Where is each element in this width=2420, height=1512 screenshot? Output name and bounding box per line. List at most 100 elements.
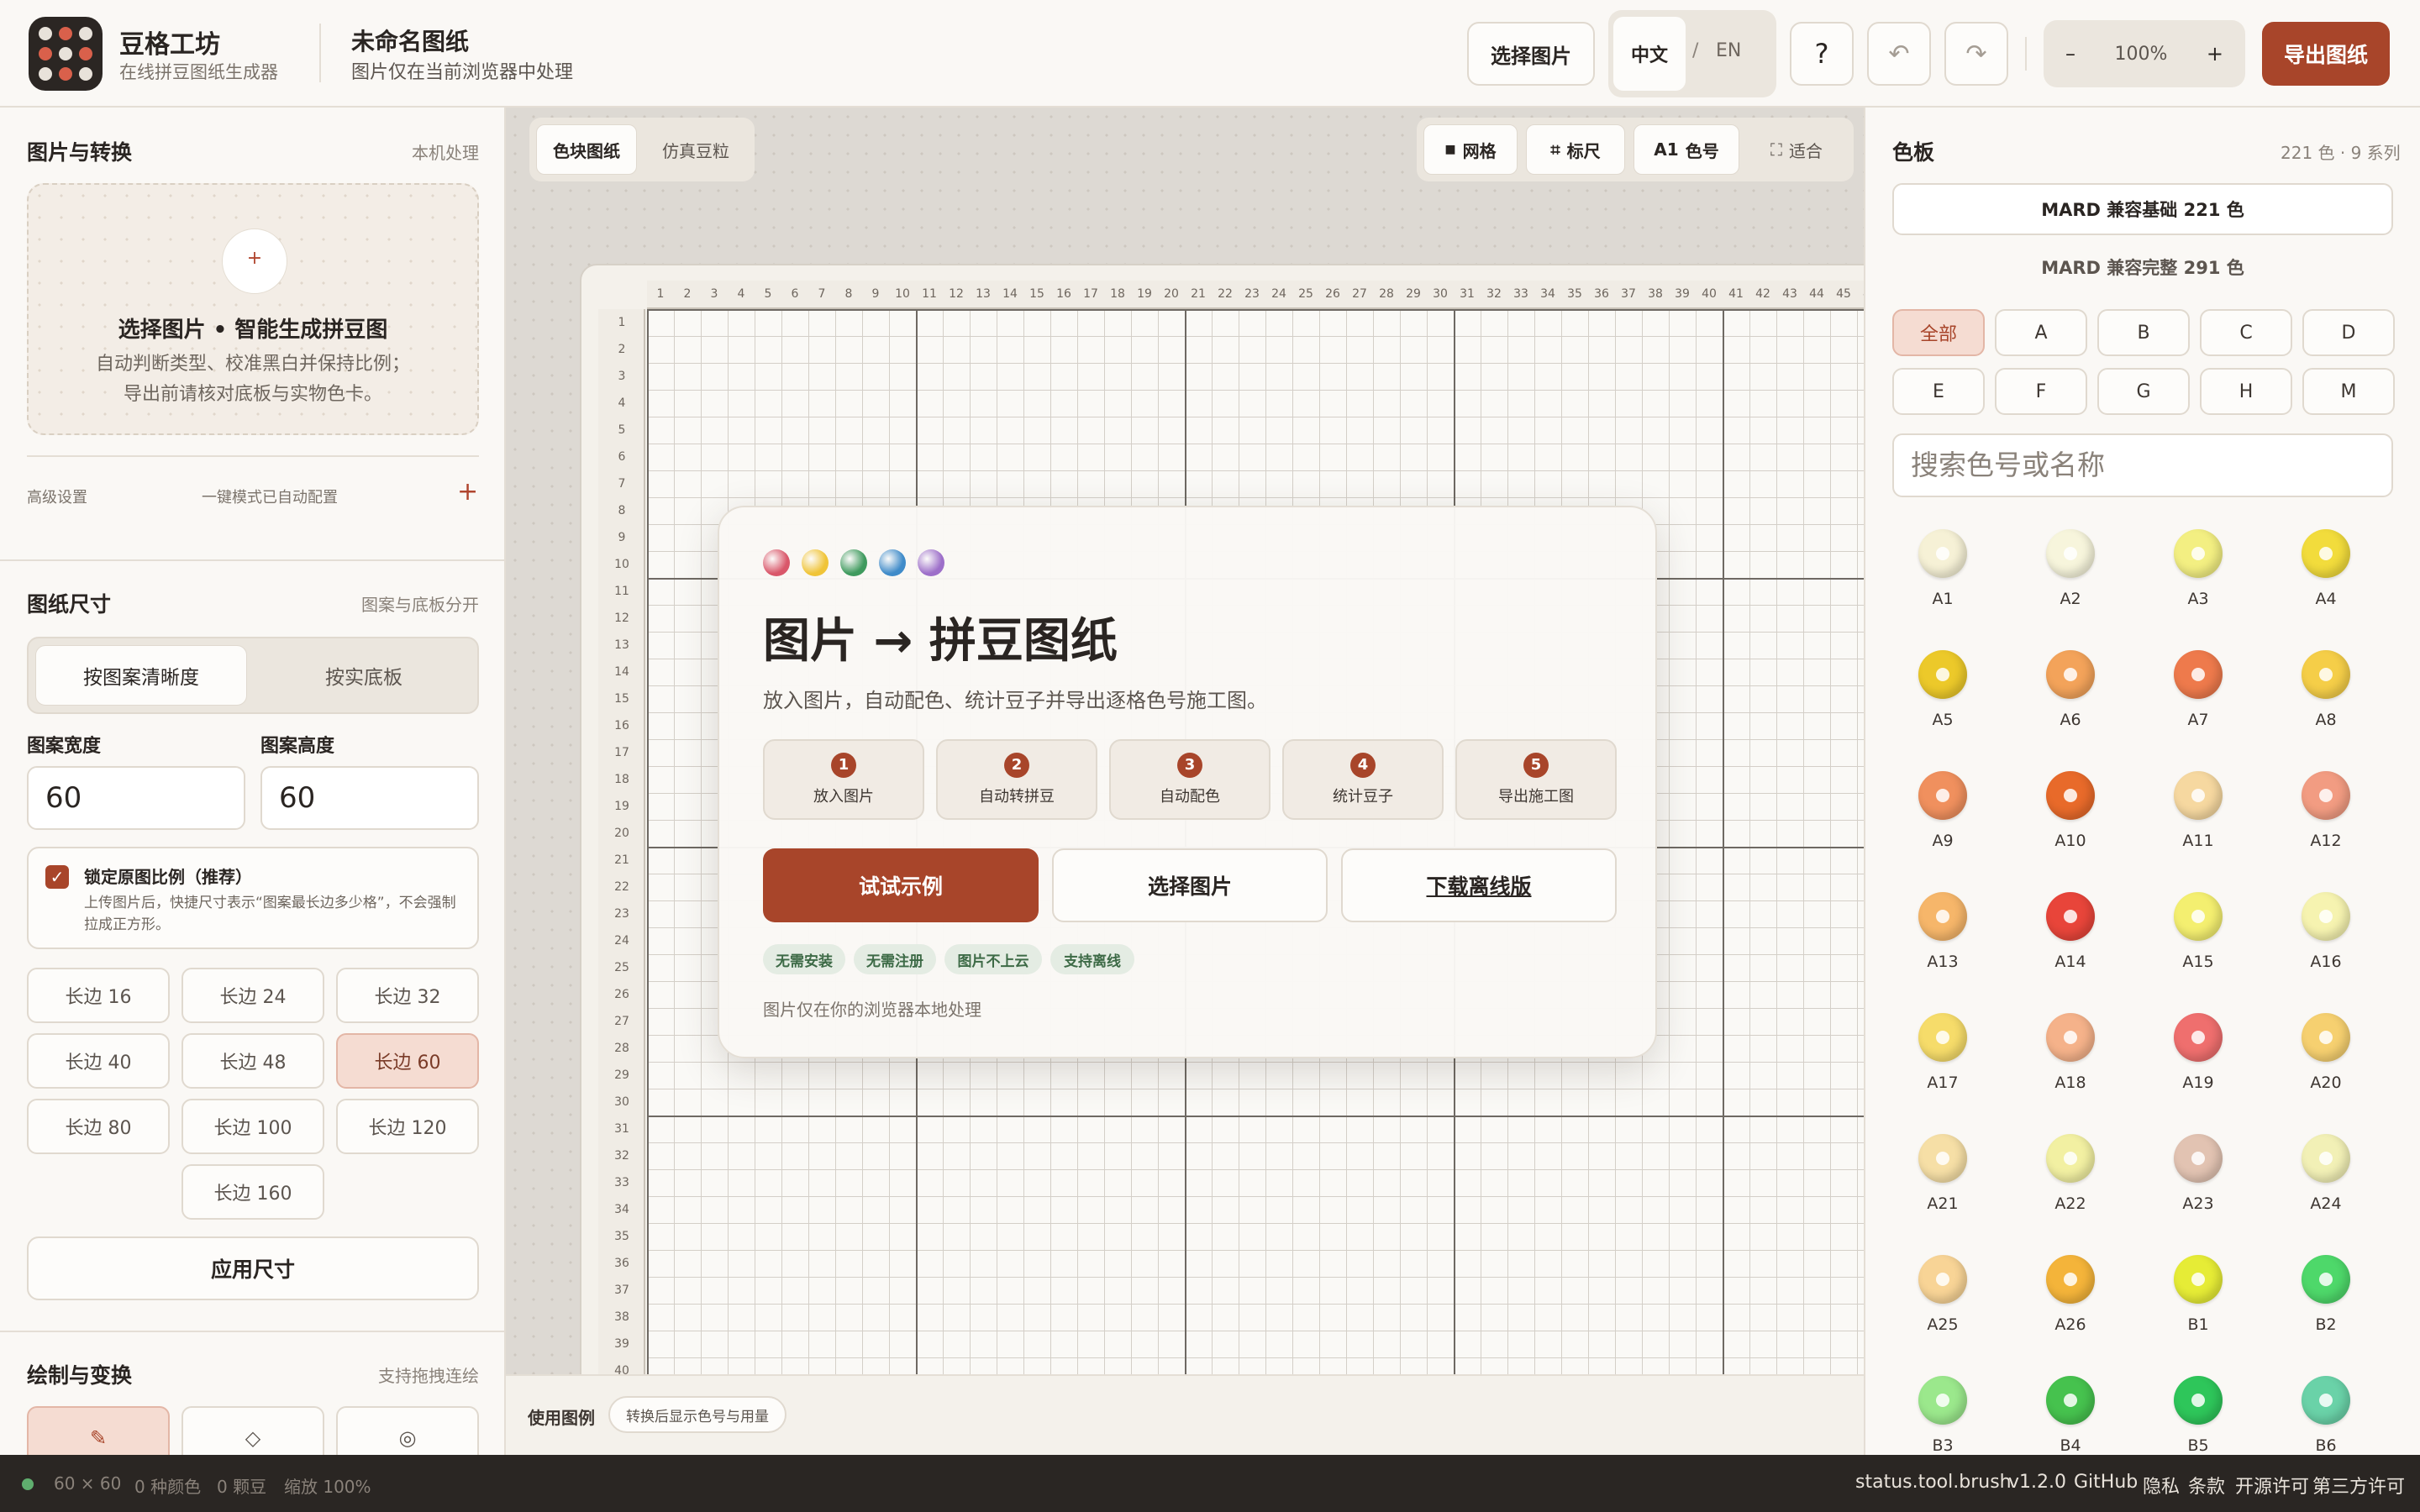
image-drop-zone[interactable]: + 选择图片 • 智能生成拼豆图 自动判断类型、校准黑白并保持比例； 导出前请核… xyxy=(27,183,479,435)
filter-e[interactable]: E xyxy=(1892,368,1985,415)
swatch-a22[interactable]: A22 xyxy=(2020,1134,2121,1235)
preset-80[interactable]: 长边 80 xyxy=(27,1099,170,1154)
swatch-a7[interactable]: A7 xyxy=(2148,650,2249,751)
height-input[interactable]: 60 xyxy=(260,766,479,830)
filter-b[interactable]: B xyxy=(2097,309,2190,356)
width-input[interactable]: 60 xyxy=(27,766,245,830)
ruler-tick: 36 xyxy=(614,1257,629,1270)
ruler-tick: 28 xyxy=(614,1042,629,1055)
swatch-a18[interactable]: A18 xyxy=(2020,1013,2121,1114)
tab-color-blocks[interactable]: 色块图纸 xyxy=(536,124,637,175)
image-section-note: 本机处理 xyxy=(412,143,479,163)
brush-tool-button[interactable]: ✎ xyxy=(27,1406,170,1455)
terms-link[interactable]: 条款 xyxy=(2188,1472,2225,1499)
lang-zh-button[interactable]: 中文 xyxy=(1613,17,1686,91)
size-mode-board[interactable]: 按实底板 xyxy=(255,645,472,706)
filter-d[interactable]: D xyxy=(2302,309,2395,356)
lock-ratio-option: ✓ 锁定原图比例（推荐） 上传图片后，快捷尺寸表示“图案最长边多少格”，不会强制… xyxy=(27,847,479,949)
zoom-out-button[interactable]: – xyxy=(2065,42,2075,66)
filter-f[interactable]: F xyxy=(1995,368,2087,415)
swatch-a23[interactable]: A23 xyxy=(2148,1134,2249,1235)
swatch-b5[interactable]: B5 xyxy=(2148,1376,2249,1455)
eraser-tool-button[interactable]: ◇ xyxy=(182,1406,324,1455)
swatch-a21[interactable]: A21 xyxy=(1892,1134,1993,1235)
swatch-a26[interactable]: A26 xyxy=(2020,1255,2121,1356)
swatch-b6[interactable]: B6 xyxy=(2275,1376,2376,1455)
swatch-a6[interactable]: A6 xyxy=(2020,650,2121,751)
try-example-button[interactable]: 试试示例 xyxy=(763,848,1039,922)
swatch-a14[interactable]: A14 xyxy=(2020,892,2121,993)
ruler-tick: 1 xyxy=(656,287,665,301)
swatch-a8[interactable]: A8 xyxy=(2275,650,2376,751)
toggle-color-code-button[interactable]: A1 色号 xyxy=(1634,124,1739,175)
preset-16[interactable]: 长边 16 xyxy=(27,968,170,1023)
swatch-b4[interactable]: B4 xyxy=(2020,1376,2121,1455)
preset-24[interactable]: 长边 24 xyxy=(182,968,324,1023)
redo-button[interactable]: ↷ xyxy=(1944,22,2008,86)
swatch-a3[interactable]: A3 xyxy=(2148,529,2249,630)
swatch-b3[interactable]: B3 xyxy=(1892,1376,1993,1455)
filter-all[interactable]: 全部 xyxy=(1892,309,1985,356)
canvas-area: 色块图纸 仿真豆粒 ■ 网格 ⌗ 标尺 A1 色号 ⛶ 适合 1 2 3 4 5 6 7 8 9 10 11… xyxy=(506,108,1864,1455)
swatch-b1[interactable]: B1 xyxy=(2148,1255,2249,1356)
apply-size-button[interactable]: 应用尺寸 xyxy=(27,1236,479,1300)
swatch-a2[interactable]: A2 xyxy=(2020,529,2121,630)
filter-h[interactable]: H xyxy=(2200,368,2292,415)
license-link[interactable]: 开源许可 xyxy=(2235,1472,2309,1499)
swatch-a12[interactable]: A12 xyxy=(2275,771,2376,872)
palette-full-option[interactable]: MARD 兼容完整 291 色 xyxy=(1892,249,2393,286)
swatch-b2[interactable]: B2 xyxy=(2275,1255,2376,1356)
tab-bead-preview[interactable]: 仿真豆粒 xyxy=(645,124,746,175)
swatch-a10[interactable]: A10 xyxy=(2020,771,2121,872)
filter-m[interactable]: M xyxy=(2302,368,2395,415)
size-mode-clarity[interactable]: 按图案清晰度 xyxy=(35,645,247,706)
bead-icon xyxy=(1918,771,1967,820)
privacy-link[interactable]: 隐私 xyxy=(2143,1472,2180,1499)
undo-button[interactable]: ↶ xyxy=(1867,22,1931,86)
download-offline-link[interactable]: 下载离线版 xyxy=(1341,848,1617,922)
swatch-a13[interactable]: A13 xyxy=(1892,892,1993,993)
lock-ratio-checkbox[interactable]: ✓ xyxy=(45,865,69,889)
preset-160[interactable]: 长边 160 xyxy=(182,1164,324,1220)
color-search-input[interactable] xyxy=(1892,433,2393,497)
preset-120[interactable]: 长边 120 xyxy=(336,1099,479,1154)
swatch-a5[interactable]: A5 xyxy=(1892,650,1993,751)
eraser-icon: ◇ xyxy=(245,1426,261,1450)
filter-g[interactable]: G xyxy=(2097,368,2190,415)
swatch-a16[interactable]: A16 xyxy=(2275,892,2376,993)
document-title[interactable]: 未命名图纸 xyxy=(351,24,469,57)
preset-100[interactable]: 长边 100 xyxy=(182,1099,324,1154)
swatch-a17[interactable]: A17 xyxy=(1892,1013,1993,1114)
choose-image-button[interactable]: 选择图片 xyxy=(1467,22,1595,86)
advanced-settings-label[interactable]: 高级设置 xyxy=(27,486,87,507)
toggle-grid-button[interactable]: ■ 网格 xyxy=(1423,124,1518,175)
welcome-choose-image-button[interactable]: 选择图片 xyxy=(1052,848,1328,922)
help-button[interactable]: ? xyxy=(1790,22,1854,86)
swatch-a11[interactable]: A11 xyxy=(2148,771,2249,872)
swatch-a15[interactable]: A15 xyxy=(2148,892,2249,993)
swatch-a1[interactable]: A1 xyxy=(1892,529,1993,630)
palette-basic-select[interactable]: MARD 兼容基础 221 色 xyxy=(1892,183,2393,235)
toggle-ruler-button[interactable]: ⌗ 标尺 xyxy=(1526,124,1625,175)
swatch-a20[interactable]: A20 xyxy=(2275,1013,2376,1114)
preset-60[interactable]: 长边 60 xyxy=(336,1033,479,1089)
swatch-a4[interactable]: A4 xyxy=(2275,529,2376,630)
third-party-license-link[interactable]: 第三方许可 xyxy=(2312,1472,2405,1499)
zoom-in-button[interactable]: + xyxy=(2207,42,2223,66)
filter-c[interactable]: C xyxy=(2200,309,2292,356)
fit-view-button[interactable]: ⛶ 适合 xyxy=(1748,124,1845,175)
swatch-a19[interactable]: A19 xyxy=(2148,1013,2249,1114)
swatch-a9[interactable]: A9 xyxy=(1892,771,1993,872)
advanced-expand-icon[interactable]: + xyxy=(457,477,478,507)
draw-section-note: 支持拖拽连绘 xyxy=(378,1366,479,1386)
swatch-a24[interactable]: A24 xyxy=(2275,1134,2376,1235)
github-link[interactable]: GitHub xyxy=(2074,1472,2138,1493)
lang-en-button[interactable]: EN xyxy=(1716,40,1741,61)
preset-32[interactable]: 长边 32 xyxy=(336,968,479,1023)
filter-a[interactable]: A xyxy=(1995,309,2087,356)
preset-40[interactable]: 长边 40 xyxy=(27,1033,170,1089)
preset-48[interactable]: 长边 48 xyxy=(182,1033,324,1089)
fill-tool-button[interactable]: ◎ xyxy=(336,1406,479,1455)
swatch-a25[interactable]: A25 xyxy=(1892,1255,1993,1356)
export-button[interactable]: 导出图纸 xyxy=(2262,22,2390,86)
